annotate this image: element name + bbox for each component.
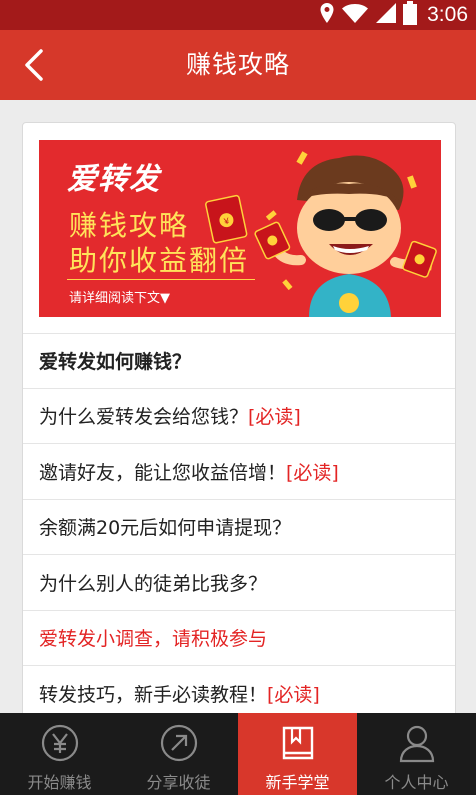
tab-share-recruit[interactable]: 分享收徒 <box>119 713 238 795</box>
list-item-label: 余额满20元后如何申请提现？ <box>39 517 292 540</box>
list-item[interactable]: 为什么爱转发会给您钱？ [必读] <box>23 389 455 444</box>
share-arrow-icon <box>159 723 199 763</box>
list-item-label: 爱转发小调查，请积极参与 <box>39 628 268 651</box>
tab-label: 分享收徒 <box>146 773 211 792</box>
book-icon <box>278 723 318 763</box>
promo-banner[interactable]: ¥ 爱转发 赚钱攻略 助你收益翻倍 请详细阅读下文▼ <box>39 140 441 317</box>
tab-label: 新手学堂 <box>265 773 330 792</box>
tab-start-earning[interactable]: 开始赚钱 <box>0 713 119 795</box>
signal-icon <box>375 2 397 28</box>
list-item[interactable]: 为什么别人的徒弟比我多？ <box>23 555 455 611</box>
back-button[interactable] <box>14 45 54 85</box>
battery-icon <box>403 1 418 29</box>
guide-list: 爱转发如何赚钱？ 为什么爱转发会给您钱？ [必读] 邀请好友，能让您收益倍增！ [必… <box>23 333 455 721</box>
tab-beginner-school[interactable]: 新手学堂 <box>238 713 357 795</box>
app-bar: 赚钱攻略 <box>0 30 476 100</box>
list-item: 爱转发如何赚钱？ <box>23 333 455 389</box>
list-item-label: 为什么别人的徒弟比我多？ <box>39 572 268 595</box>
must-read-tag: [必读] <box>267 683 320 706</box>
status-time: 3:06 <box>427 3 468 26</box>
content-card: ¥ 爱转发 赚钱攻略 助你收益翻倍 请详细阅读下文▼ 爱转发如何赚钱？ 为什么爱… <box>22 122 456 722</box>
list-item-label: 爱转发如何赚钱？ <box>39 351 192 374</box>
person-icon <box>397 723 437 763</box>
bottom-tab-bar: 开始赚钱 分享收徒 新手学堂 个人中心 <box>0 713 476 795</box>
banner-subheadline: 助你收益翻倍 <box>69 244 250 277</box>
tab-label: 开始赚钱 <box>27 773 92 792</box>
chevron-left-icon <box>25 49 43 81</box>
yen-circle-icon <box>40 723 80 763</box>
banner-divider <box>67 279 255 280</box>
status-icons: 3:06 <box>319 1 468 29</box>
must-read-tag: [必读] <box>248 406 301 429</box>
banner-headline: 赚钱攻略 <box>69 209 190 242</box>
list-item[interactable]: 爱转发小调查，请积极参与 <box>23 611 455 666</box>
must-read-tag: [必读] <box>286 461 339 484</box>
page-title: 赚钱攻略 <box>185 50 290 79</box>
list-item-label: 邀请好友，能让您收益倍增！ <box>39 461 287 484</box>
tab-label: 个人中心 <box>384 773 449 792</box>
tab-personal-center[interactable]: 个人中心 <box>357 713 476 795</box>
banner-logo: 爱转发 <box>67 162 160 197</box>
wifi-icon <box>341 2 369 28</box>
list-item-label: 为什么爱转发会给您钱？ <box>39 406 249 429</box>
list-item-label: 转发技巧，新手必读教程！ <box>39 683 268 706</box>
list-item[interactable]: 余额满20元后如何申请提现？ <box>23 500 455 555</box>
banner-hint: 请详细阅读下文▼ <box>69 291 170 306</box>
list-item[interactable]: 邀请好友，能让您收益倍增！ [必读] <box>23 444 455 500</box>
location-icon <box>319 2 335 28</box>
status-bar: 3:06 <box>0 0 476 30</box>
